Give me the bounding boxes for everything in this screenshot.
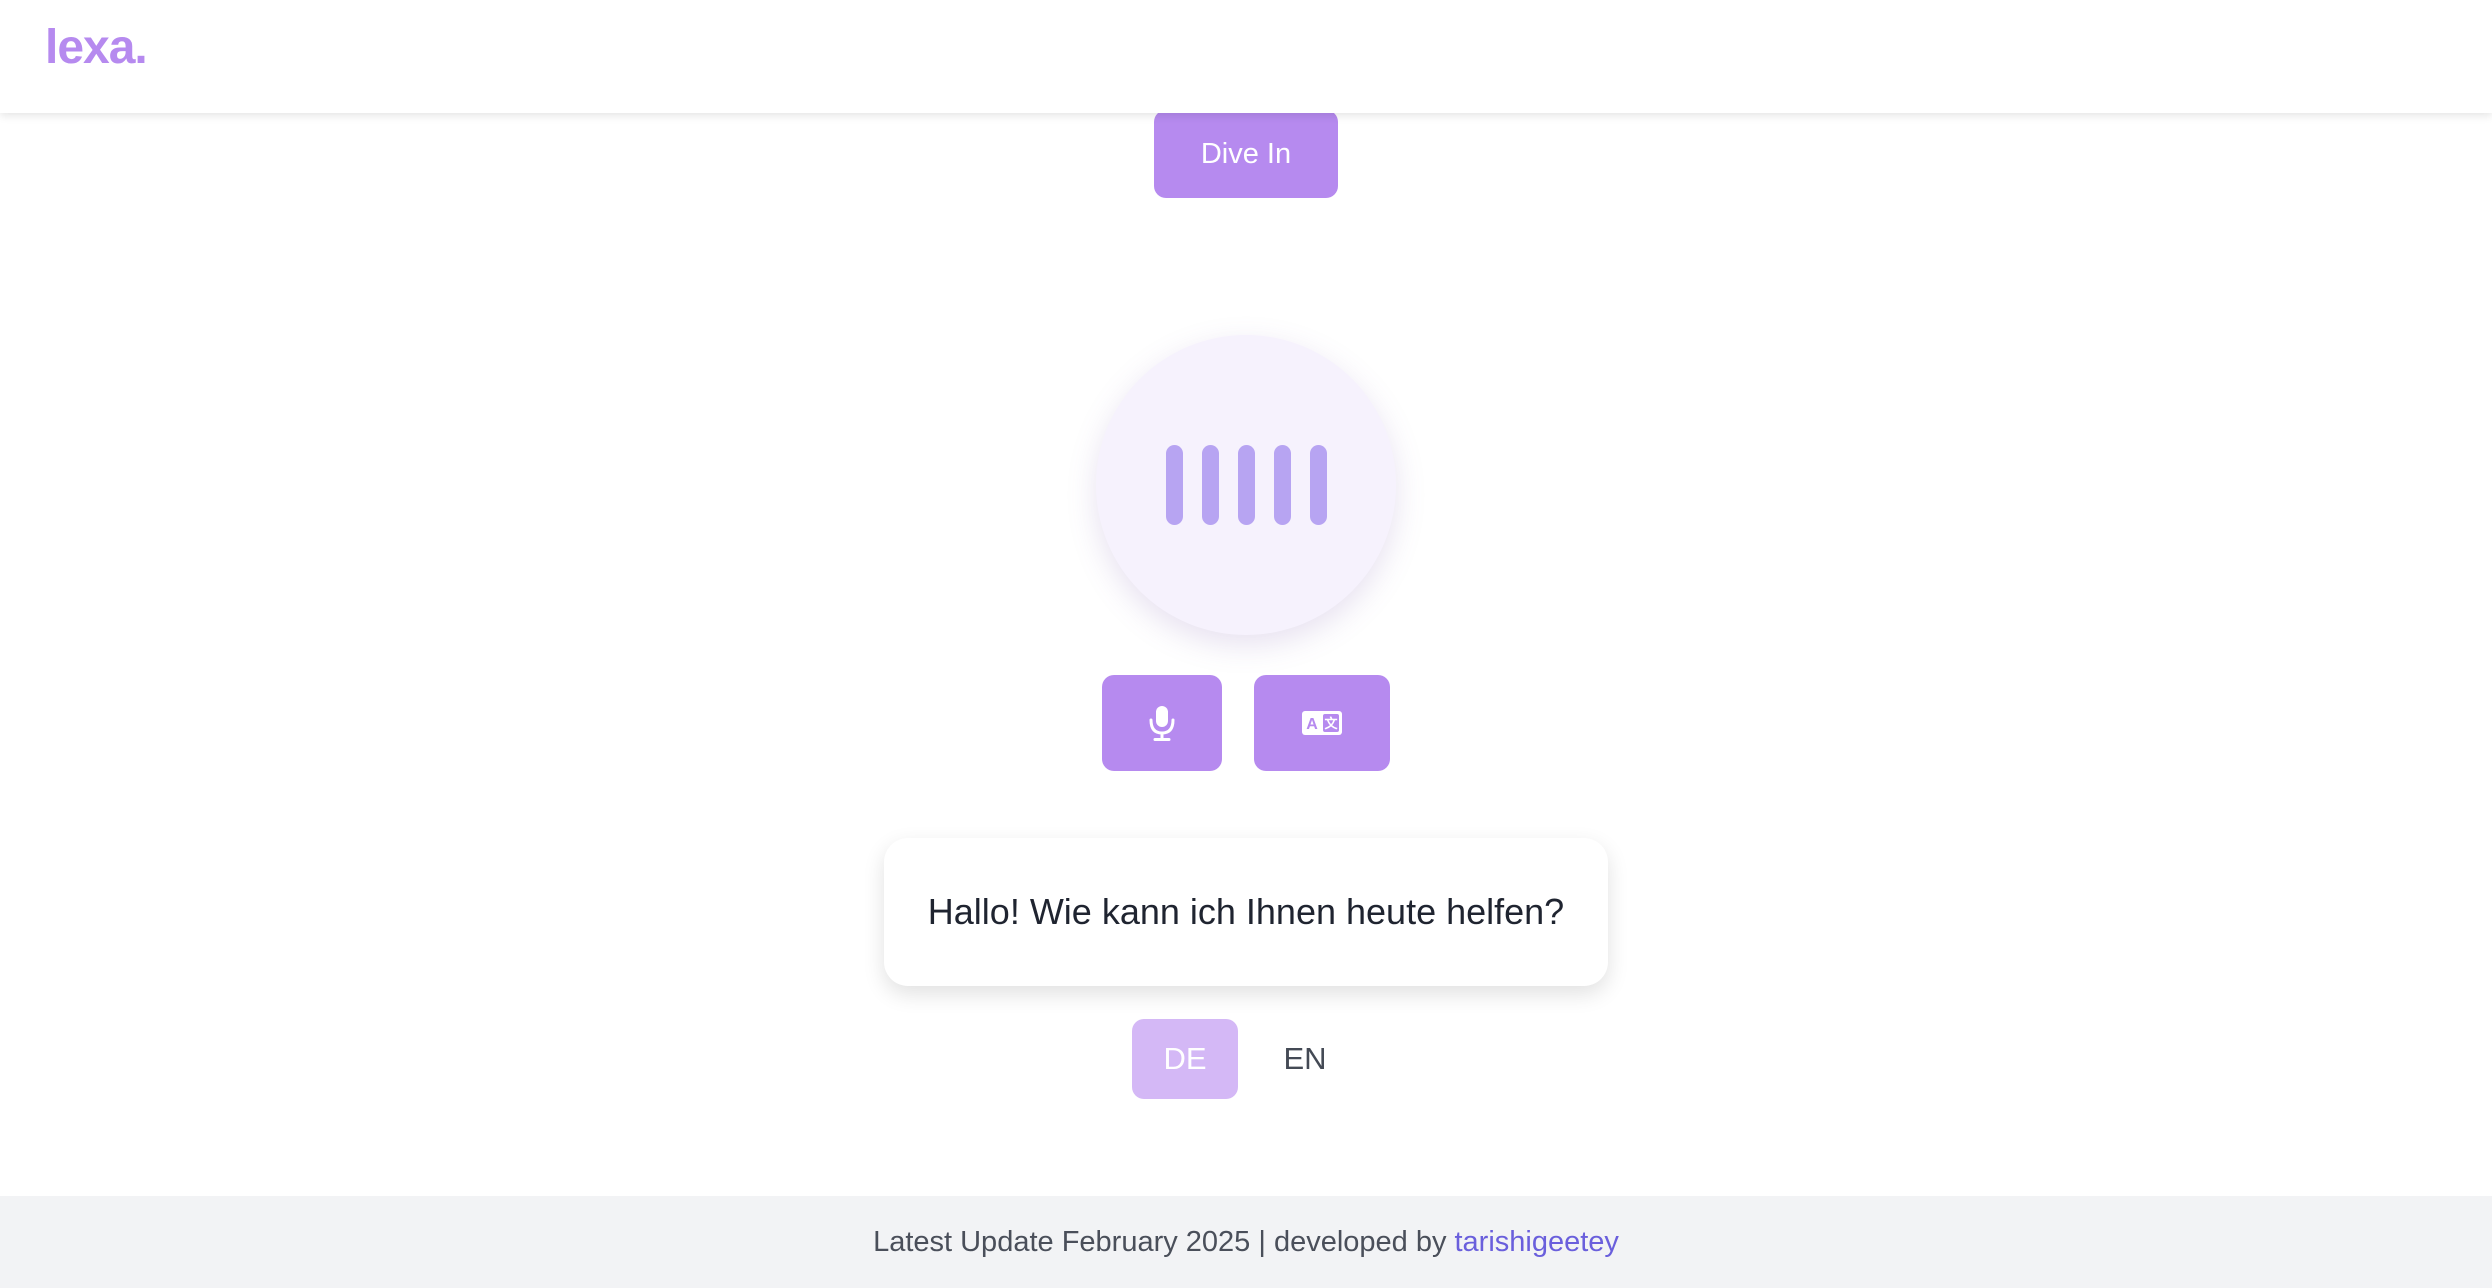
translate-button[interactable]: A 文: [1254, 675, 1390, 771]
translate-icon: A 文: [1302, 711, 1342, 735]
microphone-icon: [1149, 706, 1175, 741]
visualizer-bar: [1274, 445, 1291, 525]
svg-text:A: A: [1306, 716, 1318, 733]
visualizer-bar: [1310, 445, 1327, 525]
assistant-message-text: Hallo! Wie kann ich Ihnen heute helfen?: [927, 891, 1565, 932]
dive-in-button[interactable]: Dive In: [1154, 110, 1338, 198]
voice-visualizer: [1096, 335, 1396, 635]
footer-text: Latest Update February 2025 | developed …: [873, 1225, 1447, 1258]
language-option-de[interactable]: DE: [1132, 1019, 1238, 1099]
assistant-message-card: Hallo! Wie kann ich Ihnen heute helfen?: [884, 838, 1608, 986]
footer-author-link[interactable]: tarishigeetey: [1454, 1226, 1618, 1259]
footer: Latest Update February 2025 | developed …: [0, 1196, 2492, 1288]
logo[interactable]: lexa.: [45, 20, 148, 75]
svg-text:文: 文: [1324, 716, 1338, 731]
top-header: lexa.: [0, 0, 2492, 113]
visualizer-bar: [1166, 445, 1183, 525]
visualizer-bar: [1202, 445, 1219, 525]
microphone-button[interactable]: [1102, 675, 1222, 771]
visualizer-bar: [1238, 445, 1255, 525]
language-option-en[interactable]: EN: [1262, 1019, 1348, 1099]
